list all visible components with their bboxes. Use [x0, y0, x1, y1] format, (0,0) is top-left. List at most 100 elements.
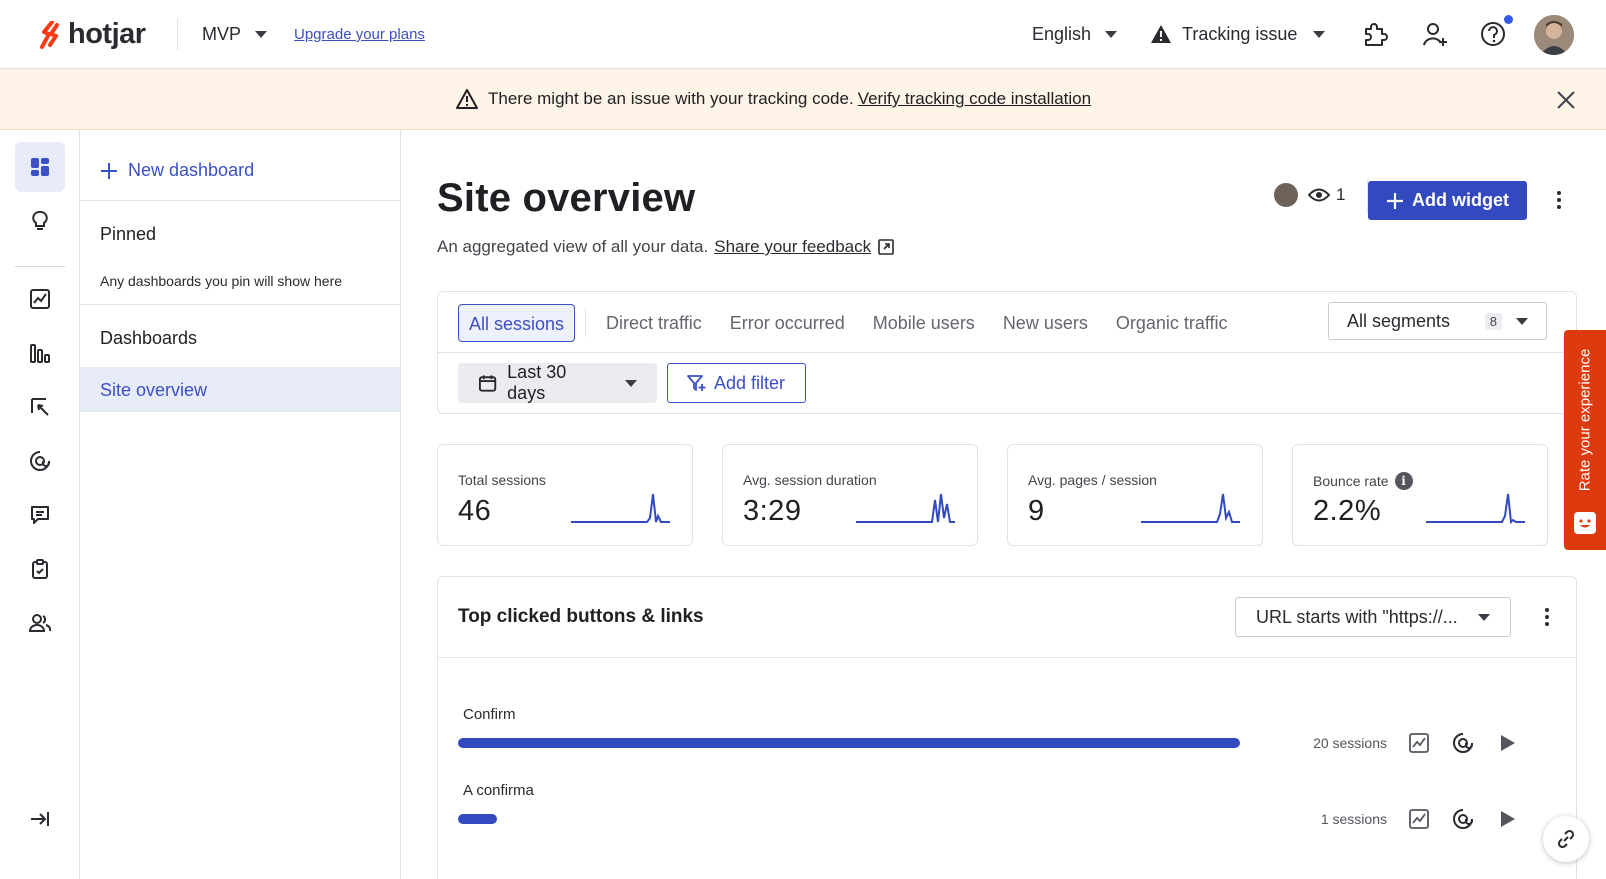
date-range-dropdown[interactable]: Last 30 days	[458, 362, 657, 403]
share-feedback-link[interactable]: Share your feedback	[714, 237, 871, 257]
viewer-count: 1	[1336, 185, 1346, 204]
click-row-bar	[458, 814, 1240, 824]
url-filter-dropdown[interactable]: URL starts with "https://...	[1235, 597, 1511, 637]
play-icon[interactable]	[1496, 732, 1518, 754]
sparkline-chart	[856, 493, 955, 523]
rate-experience-tab[interactable]: Rate your experience	[1564, 330, 1606, 550]
tab-new-users[interactable]: New users	[989, 304, 1102, 342]
stat-card-total-sessions[interactable]: Total sessions 46	[437, 444, 693, 546]
lightbulb-icon	[32, 210, 48, 230]
chevron-down-icon	[1313, 30, 1326, 38]
rail-divider	[15, 266, 65, 267]
viewers-indicator[interactable]: 1	[1274, 183, 1345, 207]
sparkline-chart	[1426, 493, 1525, 524]
language-selector[interactable]: English	[1032, 24, 1118, 45]
interviews-icon	[29, 614, 51, 632]
filter-bar: All sessions Direct traffic Error occurr…	[437, 291, 1577, 414]
recordings-icon	[30, 451, 50, 471]
tracking-status-dropdown[interactable]: Tracking issue	[1150, 23, 1326, 45]
copy-link-button[interactable]	[1543, 816, 1589, 862]
rail-collapse[interactable]	[15, 794, 65, 844]
dashboard-item-site-overview[interactable]: Site overview	[80, 367, 400, 412]
click-row-sessions: 1 sessions	[1320, 811, 1387, 827]
verify-tracking-link[interactable]: Verify tracking code installation	[858, 89, 1091, 109]
tab-organic-traffic[interactable]: Organic traffic	[1102, 304, 1242, 342]
project-selector[interactable]: MVP	[202, 24, 268, 45]
close-icon[interactable]	[1555, 89, 1577, 111]
rail-heatmaps[interactable]	[15, 382, 65, 432]
upgrade-link[interactable]: Upgrade your plans	[294, 26, 425, 43]
smiley-icon	[1574, 512, 1596, 534]
play-icon[interactable]	[1496, 808, 1518, 830]
avatar[interactable]	[1534, 15, 1574, 55]
page-subtitle: An aggregated view of all your data. Sha…	[437, 237, 895, 257]
chevron-down-icon	[1478, 613, 1490, 621]
collapse-icon	[31, 812, 49, 826]
more-options-icon[interactable]	[1547, 188, 1571, 212]
click-row-sessions: 20 sessions	[1313, 735, 1387, 751]
add-user-icon[interactable]	[1420, 19, 1450, 49]
trends-icon[interactable]	[1408, 732, 1430, 754]
stat-label: Bounce rate	[1313, 473, 1389, 489]
trends-icon	[30, 289, 50, 309]
rail-interviews[interactable]	[15, 598, 65, 648]
left-nav-rail	[0, 130, 80, 879]
add-widget-label: Add widget	[1412, 190, 1509, 210]
click-row-bar	[458, 738, 1240, 748]
external-link-icon	[878, 239, 894, 255]
tab-all-sessions[interactable]: All sessions	[458, 304, 576, 342]
tab-error-occurred[interactable]: Error occurred	[716, 304, 859, 342]
click-row-bar-fill	[458, 738, 1240, 748]
add-filter-label: Add filter	[714, 372, 786, 393]
rail-feedback[interactable]	[15, 490, 65, 540]
top-bar: hotjar MVP Upgrade your plans English Tr…	[0, 0, 1606, 69]
rail-highlights[interactable]	[15, 196, 65, 246]
add-widget-button[interactable]: Add widget	[1368, 181, 1527, 220]
dashboards-heading: Dashboards	[100, 328, 198, 348]
pinned-heading: Pinned	[100, 224, 157, 244]
funnels-icon	[30, 344, 50, 363]
add-filter-button[interactable]: Add filter	[667, 363, 806, 403]
stat-card-avg-session-duration[interactable]: Avg. session duration 3:29	[722, 444, 978, 546]
filter-add-icon	[687, 375, 706, 391]
new-dashboard-button[interactable]: New dashboard	[100, 160, 254, 181]
dashboard-item-label: Site overview	[100, 380, 208, 400]
avatar-image	[1534, 15, 1574, 55]
stat-label-row: Bounce rate i	[1313, 472, 1413, 490]
dashboard-icon	[31, 158, 49, 176]
stat-value: 46	[458, 495, 492, 527]
widget-more-options-icon[interactable]	[1535, 605, 1559, 629]
segments-label: All segments	[1347, 310, 1451, 331]
new-dashboard-label: New dashboard	[128, 160, 255, 180]
rail-recordings[interactable]	[15, 436, 65, 486]
segments-dropdown[interactable]: All segments 8	[1328, 302, 1547, 340]
chevron-down-icon	[1516, 317, 1528, 325]
tab-mobile-users[interactable]: Mobile users	[859, 304, 989, 342]
tab-direct-traffic[interactable]: Direct traffic	[592, 304, 716, 342]
segment-tabs: All sessions Direct traffic Error occurr…	[458, 304, 1242, 342]
puzzle-icon[interactable]	[1360, 19, 1390, 49]
recordings-icon[interactable]	[1452, 732, 1474, 754]
stat-label: Avg. pages / session	[1028, 472, 1157, 488]
logo-text: hotjar	[68, 18, 146, 50]
pinned-empty-note: Any dashboards you pin will show here	[100, 273, 343, 289]
rail-dashboards[interactable]	[15, 142, 65, 192]
info-icon[interactable]: i	[1394, 472, 1413, 490]
recordings-icon[interactable]	[1452, 808, 1474, 830]
link-icon	[1557, 829, 1575, 849]
stat-card-bounce-rate[interactable]: Bounce rate i 2.2%	[1292, 444, 1548, 546]
rail-surveys[interactable]	[15, 544, 65, 594]
stat-card-avg-pages-session[interactable]: Avg. pages / session 9	[1007, 444, 1263, 546]
hotjar-logo[interactable]: hotjar	[38, 18, 146, 51]
widget-title: Top clicked buttons & links	[458, 606, 704, 627]
top-clicked-widget: Top clicked buttons & links URL starts w…	[437, 576, 1577, 879]
project-name: MVP	[202, 24, 242, 44]
rail-trends[interactable]	[15, 274, 65, 324]
panel-divider	[80, 200, 400, 201]
trends-icon[interactable]	[1408, 808, 1430, 830]
warning-icon	[456, 89, 478, 109]
banner-message: There might be an issue with your tracki…	[488, 89, 854, 108]
help-icon[interactable]	[1478, 19, 1508, 49]
rail-funnels[interactable]	[15, 328, 65, 378]
dashboards-panel: New dashboard Pinned Any dashboards you …	[80, 130, 401, 879]
